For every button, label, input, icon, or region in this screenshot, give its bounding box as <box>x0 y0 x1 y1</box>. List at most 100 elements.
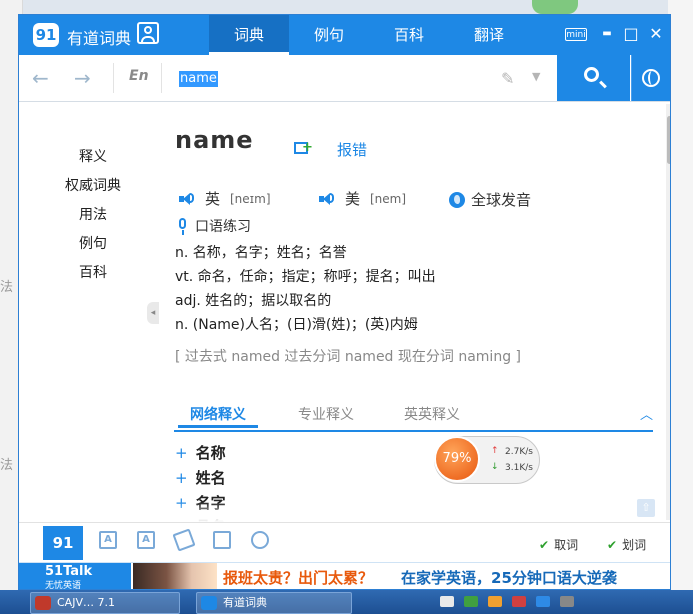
speed-percent: 79% <box>434 436 480 482</box>
cajviewer-app-icon <box>35 596 51 610</box>
mini-mode-button[interactable]: mini <box>565 28 587 41</box>
sidebar-item-authority[interactable]: 权威词典 <box>57 175 129 195</box>
globe-icon <box>642 69 660 87</box>
scrollbar-thumb[interactable] <box>667 116 670 164</box>
word-forms: [ 过去式 named 过去分词 named 现在分词 naming ] <box>175 349 521 365</box>
sync-icon[interactable] <box>251 531 269 549</box>
background-text: 法 <box>0 458 14 473</box>
text-translate-icon[interactable]: A <box>99 531 117 549</box>
language-selector[interactable]: En <box>129 68 149 84</box>
bottom-toolbar: 91 A A ✔ 取词 ✔ 划词 <box>19 522 670 563</box>
ad-banner[interactable]: 51Talk 无忧英语 报班太贵？出门太累？ 在家学英语，25分钟口语大逆袭 <box>19 562 670 590</box>
collapse-chevron-icon[interactable]: ︿ <box>640 404 653 423</box>
forward-arrow-icon[interactable]: → <box>74 66 91 90</box>
tab-encyclopedia[interactable]: 百科 <box>369 15 449 55</box>
banner-brand-name: 51Talk <box>45 564 93 579</box>
microphone-icon[interactable] <box>179 218 186 235</box>
uk-phonetic: [neɪm] <box>230 192 271 206</box>
check-icon: ✔ <box>539 538 550 552</box>
web-definition-text: 名称 <box>195 444 226 462</box>
search-icon <box>584 67 599 82</box>
banner-brand: 51Talk 无忧英语 <box>19 563 131 590</box>
tray-icon[interactable] <box>464 596 478 607</box>
content-fade <box>169 502 659 522</box>
handwriting-pen-icon[interactable]: ✎ <box>501 69 514 88</box>
background-text: 法 <box>0 280 14 295</box>
taskbar-item-cajviewer[interactable]: CAJV… 7.1 <box>30 592 180 614</box>
select-word-label: 划词 <box>622 538 647 552</box>
online-globe-button[interactable] <box>631 55 670 101</box>
wordbook-icon[interactable] <box>172 528 196 552</box>
image-translate-icon[interactable]: A <box>137 531 155 549</box>
report-error-link[interactable]: 报错 <box>337 139 367 160</box>
tray-icon[interactable] <box>488 596 502 607</box>
oral-practice-link[interactable]: 口语练习 <box>195 216 251 236</box>
maximize-button[interactable]: □ <box>621 24 641 44</box>
upload-speed: 2.7K/s <box>505 447 533 457</box>
select-word-toggle[interactable]: ✔ 划词 <box>607 536 646 553</box>
us-label: 美 <box>345 190 361 208</box>
youdao-app-icon <box>201 596 217 610</box>
basic-definitions: n. 名称，名字；姓名；名誉 vt. 命名，任命；指定；称呼；提名；叫出 adj… <box>175 241 436 337</box>
network-speed-widget[interactable]: 79% ↑ 2.7K/s ↓ 3.1K/s <box>434 436 540 484</box>
title-bar: 91 有道词典 词典 例句 百科 翻译 mini ▬ □ ✕ <box>19 15 670 55</box>
dictionary-content: 释义 权威词典 用法 例句 百科 ◂ name 报错 英 [neɪm] 美 [n… <box>19 102 670 536</box>
download-speed: 3.1K/s <box>505 463 533 473</box>
taskbar-item-youdao[interactable]: 有道词典 <box>196 592 352 614</box>
user-account-icon[interactable] <box>137 22 159 44</box>
divider <box>113 63 114 93</box>
tab-translate[interactable]: 翻译 <box>449 15 529 55</box>
banner-photo <box>133 563 217 589</box>
check-icon: ✔ <box>607 538 618 552</box>
close-button[interactable]: ✕ <box>646 24 666 44</box>
upload-arrow-icon: ↑ <box>491 446 499 456</box>
tray-icon[interactable] <box>512 596 526 607</box>
tab-professional-definitions[interactable]: 专业释义 <box>298 404 354 424</box>
banner-text-secondary: 在家学英语，25分钟口语大逆袭 <box>401 569 617 587</box>
headword: name <box>175 126 254 154</box>
youdao-dictionary-window: 91 有道词典 词典 例句 百科 翻译 mini ▬ □ ✕ ← → En na… <box>18 14 671 590</box>
app-title: 有道词典 <box>67 29 132 48</box>
sidebar-item-usage[interactable]: 用法 <box>57 204 129 224</box>
tab-english-definitions[interactable]: 英英释义 <box>404 404 460 424</box>
background-green-icon <box>532 0 578 14</box>
scrollbar-track[interactable] <box>666 104 670 520</box>
sidebar-item-definition[interactable]: 释义 <box>57 146 129 166</box>
back-arrow-icon[interactable]: ← <box>32 66 49 90</box>
taskbar-item-label: CAJV… 7.1 <box>57 596 115 609</box>
definition-line: vt. 命名，任命；指定；称呼；提名；叫出 <box>175 269 436 285</box>
tab-web-definitions[interactable]: 网络释义 <box>178 404 258 428</box>
definition-line: n. 名称，名字；姓名；名誉 <box>175 245 347 261</box>
definition-subtabs: 网络释义 专业释义 英英释义 ︿ <box>174 402 653 432</box>
banner-text-primary: 报班太贵？出门太累？ <box>223 569 374 587</box>
banner-brand-sub: 无忧英语 <box>45 581 82 590</box>
search-button[interactable] <box>557 55 630 101</box>
search-input[interactable]: name <box>179 71 218 87</box>
list-item[interactable]: + 姓名 <box>175 467 226 488</box>
document-icon[interactable] <box>213 531 231 549</box>
definition-line: adj. 姓名的；据以取名的 <box>175 293 332 309</box>
web-definition-text: 姓名 <box>195 469 226 487</box>
sidebar-item-examples[interactable]: 例句 <box>57 233 129 253</box>
chevron-down-icon[interactable]: ▼ <box>532 70 540 83</box>
background-window-right <box>668 0 693 590</box>
expand-plus-icon: + <box>175 444 188 462</box>
expand-plus-icon: + <box>175 469 188 487</box>
dictionary-mode-button[interactable]: 91 <box>43 526 83 560</box>
add-to-wordbook-icon[interactable] <box>294 141 313 154</box>
download-arrow-icon: ↓ <box>491 462 499 472</box>
sidebar-item-encyclopedia[interactable]: 百科 <box>57 262 129 282</box>
global-pronunciation-link[interactable]: 全球发音 <box>471 189 531 210</box>
capture-word-toggle[interactable]: ✔ 取词 <box>539 536 578 553</box>
youdao-logo-icon: 91 <box>33 23 59 47</box>
tab-examples[interactable]: 例句 <box>289 15 369 55</box>
sidebar-collapse-handle[interactable]: ◂ <box>147 302 159 324</box>
tray-icon[interactable] <box>536 596 550 607</box>
global-pronunciation-icon[interactable] <box>449 192 465 208</box>
minimize-button[interactable]: ▬ <box>597 24 617 44</box>
tray-icon[interactable] <box>440 596 454 607</box>
tray-icon[interactable] <box>560 596 574 607</box>
tab-dictionary[interactable]: 词典 <box>209 15 289 55</box>
back-to-top-icon[interactable]: ⇧ <box>637 499 655 517</box>
list-item[interactable]: + 名称 <box>175 442 226 463</box>
